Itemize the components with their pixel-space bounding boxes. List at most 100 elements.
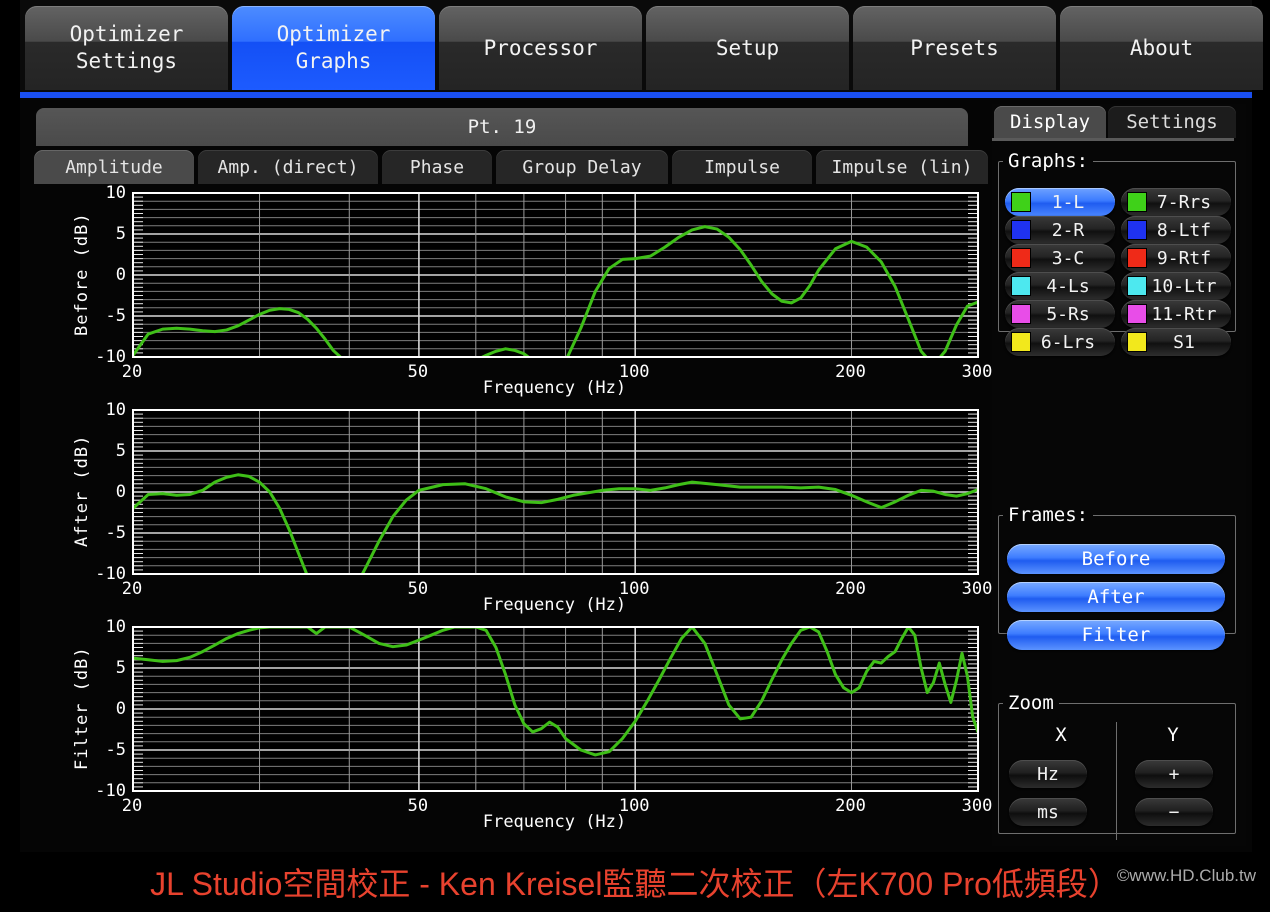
chart-ytick-label: 5	[115, 658, 126, 678]
graph-type-tab-label: Phase	[409, 156, 465, 178]
chart-xlabel: Frequency (Hz)	[482, 812, 627, 832]
zoom-x-button-hz[interactable]: Hz	[1009, 760, 1087, 788]
zoom-x-button-ms[interactable]: ms	[1009, 798, 1087, 826]
graph-button-label: 8-Ltf	[1156, 219, 1212, 241]
graph-button-label: 9-Rtf	[1156, 247, 1212, 269]
frame-button-label: After	[1087, 586, 1145, 608]
graph-button-11-rtr[interactable]: 11-Rtr	[1121, 300, 1231, 328]
graph-type-tab-label: Amplitude	[65, 156, 163, 178]
main-tab-label-line1: Optimizer	[276, 22, 391, 47]
main-tab-label-line2: Settings	[75, 49, 178, 73]
graph-type-tab-impulse-lin[interactable]: Impulse (lin)	[816, 150, 988, 184]
graph-color-swatch-icon	[1011, 220, 1031, 240]
graph-button-5-rs[interactable]: 5-Rs	[1005, 300, 1115, 328]
graph-type-tab-amp-direct[interactable]: Amp. (direct)	[198, 150, 378, 184]
main-tab-label-line1: Presets	[910, 35, 999, 60]
graph-color-swatch-icon	[1127, 248, 1147, 268]
zoom-y-button-label: +	[1168, 763, 1180, 785]
chart-ytick-label: -5	[105, 523, 126, 543]
main-tab-about[interactable]: About	[1060, 6, 1263, 90]
main-tab-presets[interactable]: Presets	[853, 6, 1056, 90]
content-area: Pt. 19 Amplitude Amp. (direct) Phase Group …	[20, 98, 1252, 852]
graph-button-label: S1	[1173, 331, 1195, 353]
graph-button-s1[interactable]: S1	[1121, 328, 1231, 356]
zoom-y-button-plus[interactable]: +	[1135, 760, 1213, 788]
graph-button-1-l[interactable]: 1-L	[1005, 188, 1115, 216]
graph-button-2-r[interactable]: 2-R	[1005, 216, 1115, 244]
main-tab-setup[interactable]: Setup	[646, 6, 849, 90]
chart-ytick-label: 5	[115, 224, 126, 244]
graph-color-swatch-icon	[1011, 332, 1031, 352]
chart-after: After (dB) 10 5 0 -5 -10 20 50 100 200 300 Frequenc…	[26, 400, 992, 625]
frames-group-legend: Frames:	[1008, 504, 1089, 526]
graph-color-swatch-icon	[1127, 192, 1147, 212]
frame-button-label: Filter	[1081, 624, 1151, 646]
graph-color-swatch-icon	[1011, 248, 1031, 268]
zoom-group: Zoom X Y Hz ms + −	[998, 692, 1236, 840]
display-settings-panel: Display Settings Graphs: 1-L 7-Rrs 2-R 8-Ltf…	[992, 104, 1246, 846]
chart-ytick-label: 0	[115, 265, 126, 285]
frames-group: Frames: Before After Filter	[998, 504, 1236, 650]
zoom-x-button-label: Hz	[1037, 763, 1059, 785]
graph-type-tab-group-delay[interactable]: Group Delay	[496, 150, 668, 184]
graph-button-label: 4-Ls	[1046, 275, 1090, 297]
graph-button-9-rtf[interactable]: 9-Rtf	[1121, 244, 1231, 272]
graph-button-label: 10-Ltr	[1151, 275, 1217, 297]
right-tab-label: Display	[1009, 111, 1091, 133]
main-tab-label-line1: Optimizer	[69, 22, 184, 47]
main-tab-optimizer-settings[interactable]: Optimizer Settings	[25, 6, 228, 90]
zoom-divider	[1116, 722, 1117, 840]
graph-color-swatch-icon	[1011, 276, 1031, 296]
chart-ytick-label: 5	[115, 441, 126, 461]
zoom-x-header: X	[1055, 724, 1067, 746]
graph-color-swatch-icon	[1011, 192, 1031, 212]
chart-plot-area	[132, 626, 979, 792]
chart-xtick-label: 200	[835, 579, 866, 599]
graph-type-tab-impulse[interactable]: Impulse	[672, 150, 812, 184]
graphs-group: Graphs: 1-L 7-Rrs 2-R 8-Ltf 3-C 9-Rtf 4-Ls 10-L…	[998, 150, 1236, 356]
graph-type-tab-amplitude[interactable]: Amplitude	[34, 150, 194, 184]
chart-filter: Filter (dB) 10 5 0 -5 -10 20 50 100 200 300 Frequen…	[26, 617, 992, 842]
chart-xtick-label: 200	[835, 796, 866, 816]
graph-button-label: 7-Rrs	[1156, 191, 1212, 213]
zoom-group-legend: Zoom	[1008, 692, 1054, 714]
graph-type-tab-phase[interactable]: Phase	[382, 150, 492, 184]
graph-button-10-ltr[interactable]: 10-Ltr	[1121, 272, 1231, 300]
frame-button-before[interactable]: Before	[1007, 544, 1225, 574]
chart-ytick-label: -5	[105, 740, 126, 760]
right-tab-underline	[992, 138, 1234, 141]
graph-button-label: 3-C	[1051, 247, 1085, 269]
graph-type-tab-label: Amp. (direct)	[217, 156, 359, 178]
graph-type-tab-label: Impulse	[704, 156, 780, 178]
zoom-x-button-label: ms	[1037, 801, 1059, 823]
chart-xtick-label: 20	[121, 579, 143, 599]
graph-color-swatch-icon	[1011, 304, 1031, 324]
chart-ytick-label: 10	[105, 400, 126, 420]
graph-button-7-rrs[interactable]: 7-Rrs	[1121, 188, 1231, 216]
graph-type-tab-label: Impulse (lin)	[831, 156, 973, 178]
main-tab-optimizer-graphs[interactable]: Optimizer Graphs	[232, 6, 435, 90]
right-tab-settings[interactable]: Settings	[1108, 106, 1236, 138]
zoom-y-button-label: −	[1168, 801, 1180, 823]
right-tab-label: Settings	[1126, 111, 1218, 133]
chart-xtick-label: 20	[121, 796, 143, 816]
application-window: Optimizer Settings Optimizer Graphs Processo…	[20, 0, 1263, 852]
chart-xlabel: Frequency (Hz)	[482, 378, 627, 398]
graph-button-3-c[interactable]: 3-C	[1005, 244, 1115, 272]
chart-xlabel: Frequency (Hz)	[482, 595, 627, 615]
graph-button-8-ltf[interactable]: 8-Ltf	[1121, 216, 1231, 244]
graph-button-6-lrs[interactable]: 6-Lrs	[1005, 328, 1115, 356]
chart-plot-area	[132, 192, 979, 358]
chart-xtick-label: 200	[835, 362, 866, 382]
main-tab-processor[interactable]: Processor	[439, 6, 642, 90]
graph-button-label: 1-L	[1051, 191, 1085, 213]
graph-button-label: 5-Rs	[1046, 303, 1090, 325]
graph-button-4-ls[interactable]: 4-Ls	[1005, 272, 1115, 300]
frame-button-after[interactable]: After	[1007, 582, 1225, 612]
main-tab-label-line1: About	[1129, 35, 1194, 60]
caption-text: JL Studio空間校正 - Ken Kreisel監聽二次校正（左K700 …	[150, 866, 1120, 902]
zoom-y-button-minus[interactable]: −	[1135, 798, 1213, 826]
chart-ytick-label: 0	[115, 699, 126, 719]
frame-button-filter[interactable]: Filter	[1007, 620, 1225, 650]
right-tab-display[interactable]: Display	[994, 106, 1106, 138]
